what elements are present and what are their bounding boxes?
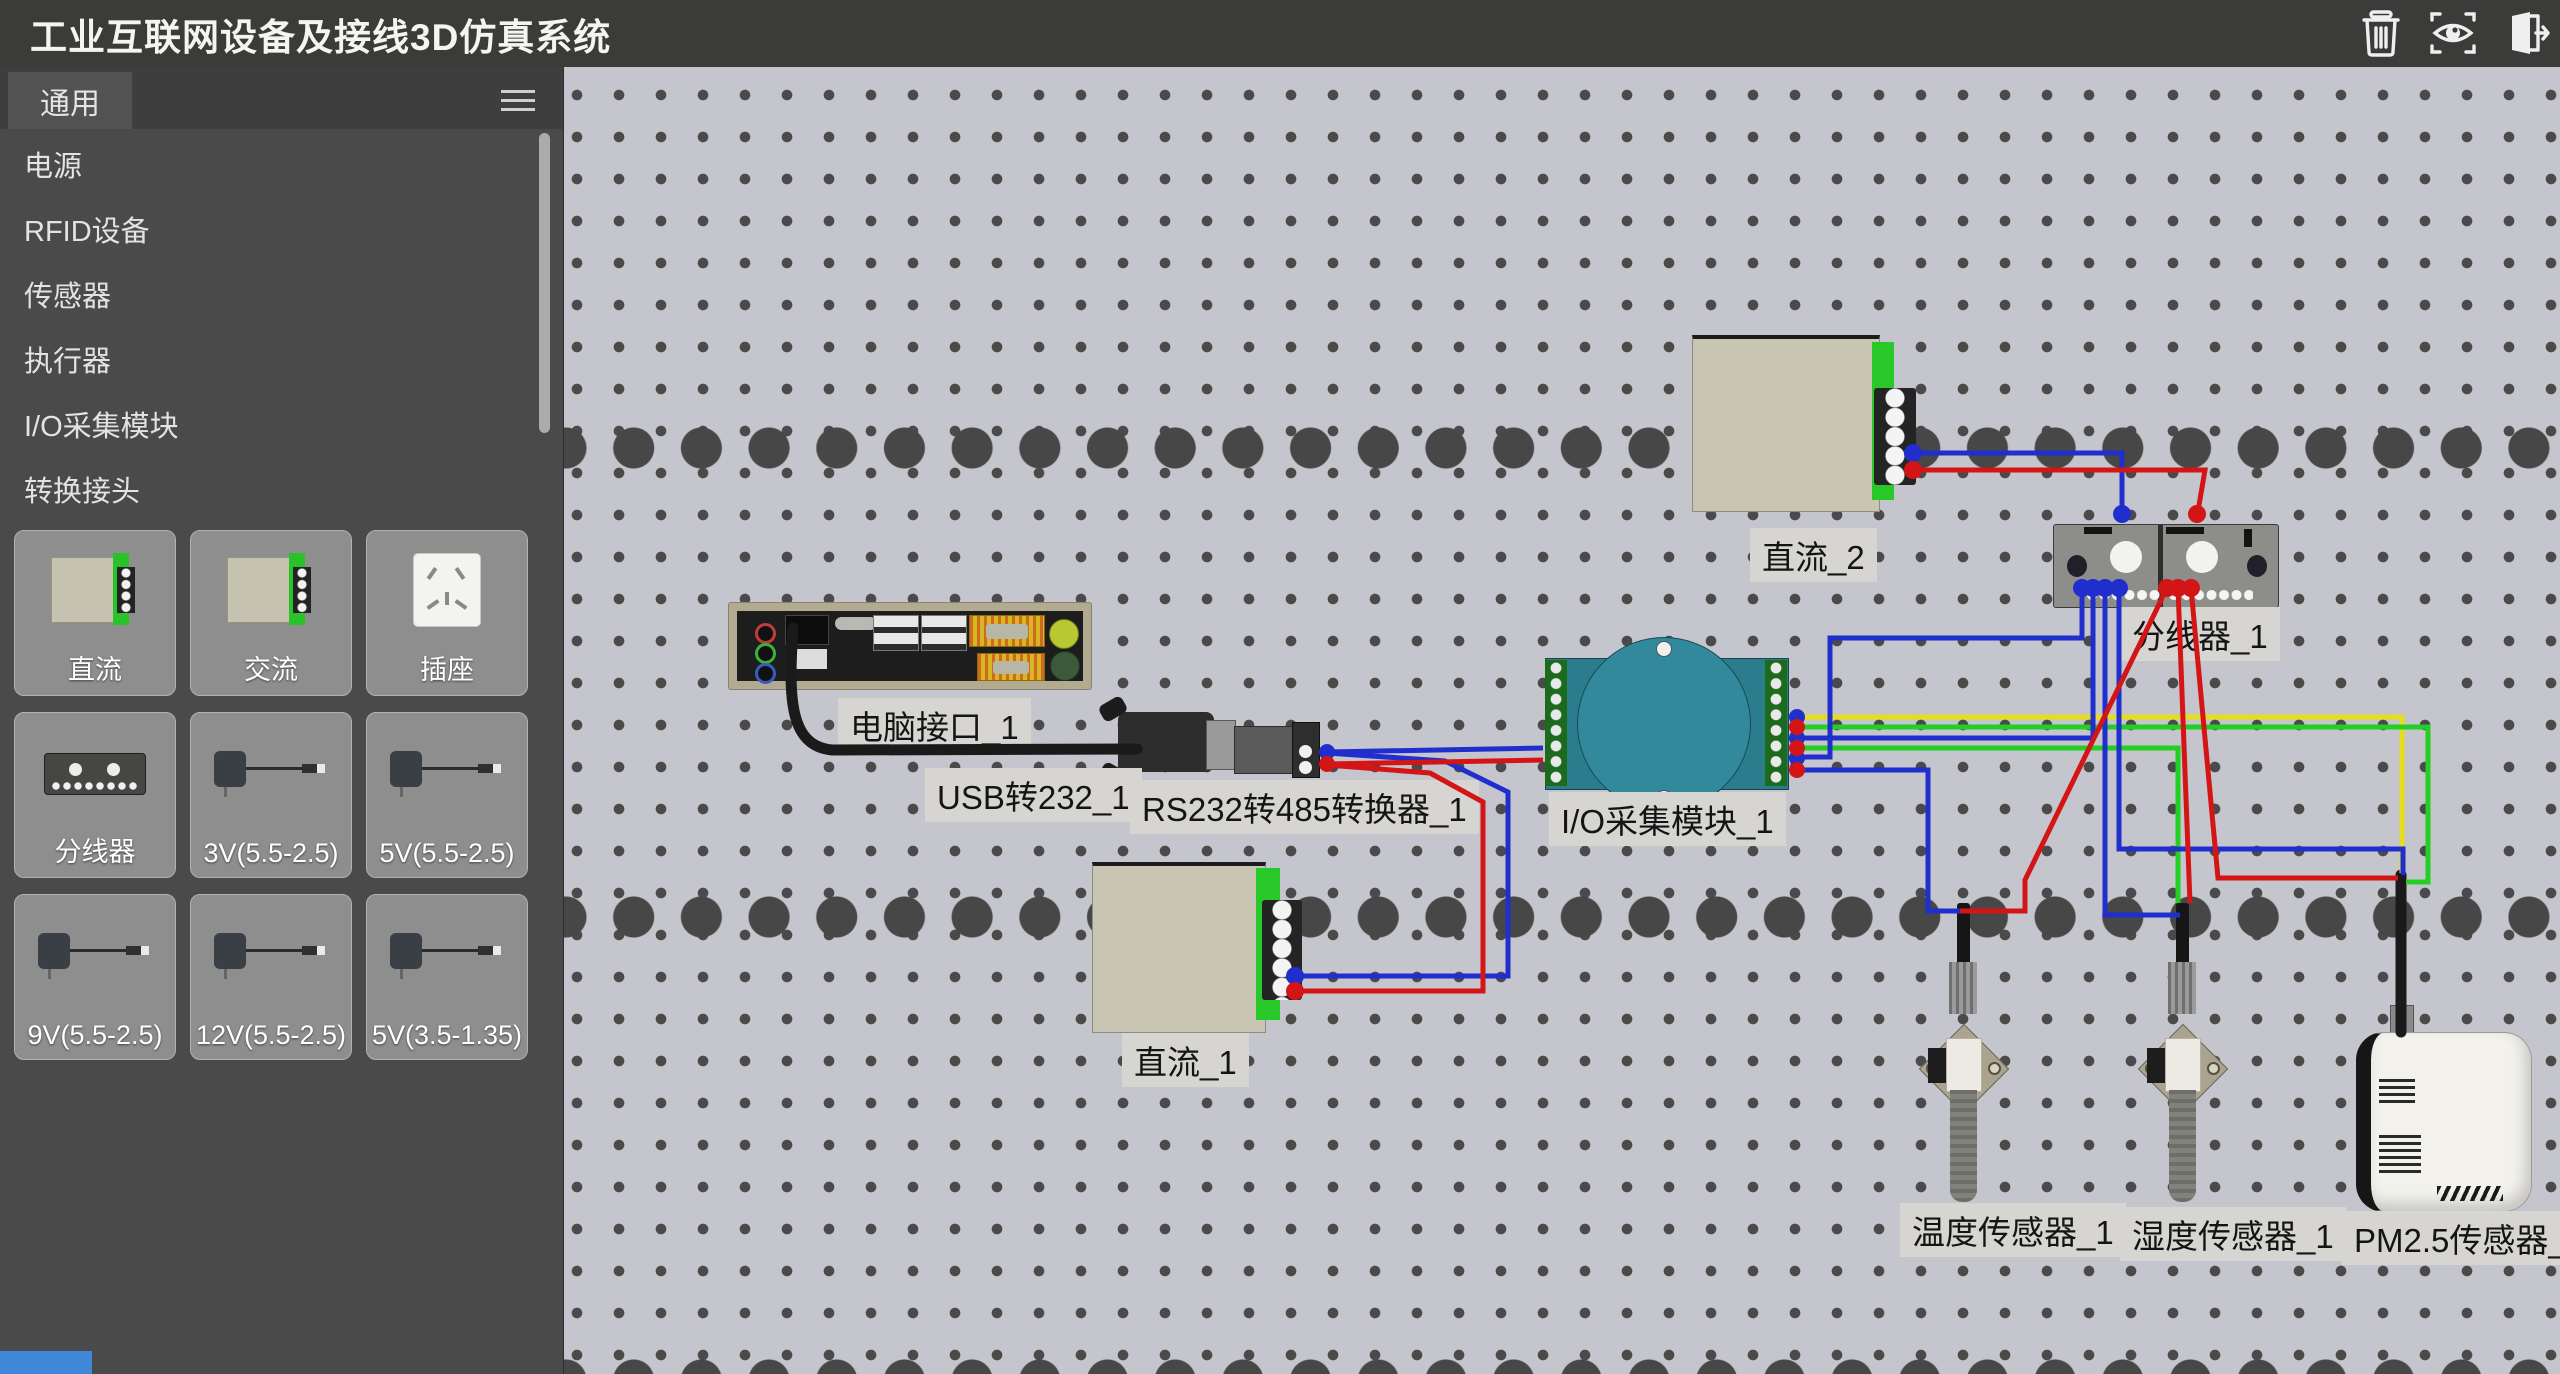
component-card-grid: 直流 交流 插座 分线器 xyxy=(14,530,540,1060)
io-terminal-left[interactable] xyxy=(1545,660,1567,786)
dc1-terminal-block[interactable] xyxy=(1262,900,1302,1000)
menu-icon[interactable] xyxy=(501,90,535,112)
humidity-sensor-probe xyxy=(2169,1090,2196,1202)
vga-port-sticker xyxy=(977,653,1045,681)
io-terminal-right[interactable] xyxy=(1765,660,1787,786)
temp-mount-hole xyxy=(1988,1062,2001,1075)
card-dc-power[interactable]: 直流 xyxy=(14,530,176,696)
menu-item-io-module[interactable]: I/O采集模块 xyxy=(0,395,563,460)
card-adapter-9v[interactable]: 9V(5.5-2.5) xyxy=(14,894,176,1060)
card-adapter-5v[interactable]: 5V(5.5-2.5) xyxy=(366,712,528,878)
tag-computer-port: 电脑接口_1 xyxy=(838,698,1031,752)
pegboard-dot-row xyxy=(563,894,2560,940)
menu-item-sensor[interactable]: 传感器 xyxy=(0,265,563,330)
humidity-sensor-collar xyxy=(2165,1038,2201,1092)
io-screw-top xyxy=(1656,641,1672,657)
audio-port-blue xyxy=(755,663,776,684)
card-adapter-12v[interactable]: 12V(5.5-2.5) xyxy=(190,894,352,1060)
menu-item-actuator[interactable]: 执行器 xyxy=(0,330,563,395)
splitter-ports-right xyxy=(2169,590,2253,601)
humidity-sensor-cone xyxy=(2168,962,2196,1014)
adapter-icon xyxy=(208,747,334,811)
exit-icon[interactable] xyxy=(2500,8,2550,58)
temp-sensor-cone xyxy=(1949,962,1977,1014)
device-pm25-sensor[interactable] xyxy=(2356,1032,2532,1212)
pegboard-dot-row xyxy=(563,1352,2560,1374)
device-computer-port[interactable] xyxy=(728,602,1092,690)
device-splitter[interactable] xyxy=(2053,524,2279,608)
pm25-vent xyxy=(2379,1075,2415,1103)
trash-icon[interactable] xyxy=(2356,8,2406,58)
audio-port-red xyxy=(755,623,776,644)
computer-port-panel xyxy=(737,611,1083,681)
round-port-dark xyxy=(1050,651,1080,681)
ps2-oval-port xyxy=(835,617,877,630)
card-socket[interactable]: 插座 xyxy=(366,530,528,696)
adapter-icon xyxy=(384,747,510,811)
sidebar-scrollbar[interactable] xyxy=(539,133,550,433)
tab-general[interactable]: 通用 xyxy=(8,72,132,129)
usb-stack-2 xyxy=(921,615,967,651)
lan-round-port xyxy=(1049,619,1079,649)
tag-pm25-sensor: PM2.5传感器_1 xyxy=(2342,1211,2560,1265)
dc-power-icon xyxy=(51,553,139,625)
pegboard-dot-row xyxy=(563,425,2560,471)
splitter-icon xyxy=(44,753,146,795)
humidity-mount-hole xyxy=(2207,1062,2220,1075)
menu-item-rfid[interactable]: RFID设备 xyxy=(0,200,563,265)
card-ac-power[interactable]: 交流 xyxy=(190,530,352,696)
preview-eye-icon[interactable] xyxy=(2428,8,2478,58)
tag-humidity-sensor: 湿度传感器_1 xyxy=(2120,1207,2346,1261)
serial-port-sticker xyxy=(969,615,1045,647)
io-module-cylinder xyxy=(1577,637,1751,811)
dc2-terminal-block[interactable] xyxy=(1874,388,1916,485)
audio-port-green xyxy=(755,643,776,664)
usb-port-white xyxy=(789,649,827,669)
tag-usb-to-232: USB转232_1 xyxy=(925,768,1142,822)
socket-icon xyxy=(413,553,481,627)
adapter-icon xyxy=(32,929,158,993)
humidity-sensor-cable xyxy=(2176,903,2189,965)
tag-splitter: 分线器_1 xyxy=(2120,607,2280,661)
db9-connector xyxy=(1206,720,1236,770)
component-sidebar: 通用 电源 RFID设备 传感器 执行器 I/O采集模块 转换接头 直流 交流 xyxy=(0,67,564,1374)
rs485-terminal xyxy=(1292,722,1320,778)
splitter-screw-right xyxy=(2186,541,2218,573)
splitter-knob-left xyxy=(2067,555,2087,577)
adapter-icon xyxy=(384,929,510,993)
tag-temp-sensor: 温度传感器_1 xyxy=(1900,1203,2126,1257)
app-window: 直流_2 电脑接口_1 USB转232_1 RS232转485转换器_1 I/O… xyxy=(0,0,2560,1374)
card-adapter-3v[interactable]: 3V(5.5-2.5) xyxy=(190,712,352,878)
pm25-hatch-marks xyxy=(2437,1186,2503,1201)
usb-stack-1 xyxy=(873,615,919,651)
adapter-icon xyxy=(208,929,334,993)
splitter-screw-left xyxy=(2110,541,2142,573)
tag-rs232-to-485: RS232转485转换器_1 xyxy=(1130,780,1479,834)
corner-badge xyxy=(0,1351,92,1374)
splitter-ports-left xyxy=(2087,590,2165,601)
ac-power-icon xyxy=(227,553,315,625)
temp-sensor-collar xyxy=(1946,1038,1982,1092)
temp-sensor-probe xyxy=(1950,1090,1977,1202)
menu-item-adapter[interactable]: 转换接头 xyxy=(0,460,563,525)
tag-io-module: I/O采集模块_1 xyxy=(1549,792,1786,846)
pm25-vent xyxy=(2379,1135,2421,1173)
page-title: 工业互联网设备及接线3D仿真系统 xyxy=(30,7,611,61)
category-menu: 电源 RFID设备 传感器 执行器 I/O采集模块 转换接头 xyxy=(0,135,563,525)
card-splitter[interactable]: 分线器 xyxy=(14,712,176,878)
usb-port-plugged xyxy=(785,615,829,645)
device-dc1[interactable] xyxy=(1092,862,1266,1033)
tag-dc1: 直流_1 xyxy=(1122,1033,1249,1087)
device-usb-to-232[interactable] xyxy=(1118,712,1214,772)
menu-item-power[interactable]: 电源 xyxy=(0,135,563,200)
temp-sensor-cable xyxy=(1957,903,1970,965)
device-rs232-to-485[interactable] xyxy=(1234,726,1296,774)
card-adapter-5v-135[interactable]: 5V(3.5-1.35) xyxy=(366,894,528,1060)
splitter-knob-right xyxy=(2247,555,2267,577)
title-bar: 工业互联网设备及接线3D仿真系统 xyxy=(0,0,2560,67)
tag-dc2: 直流_2 xyxy=(1750,528,1877,582)
sidebar-header: 通用 xyxy=(0,67,563,129)
device-dc2[interactable] xyxy=(1692,335,1880,512)
